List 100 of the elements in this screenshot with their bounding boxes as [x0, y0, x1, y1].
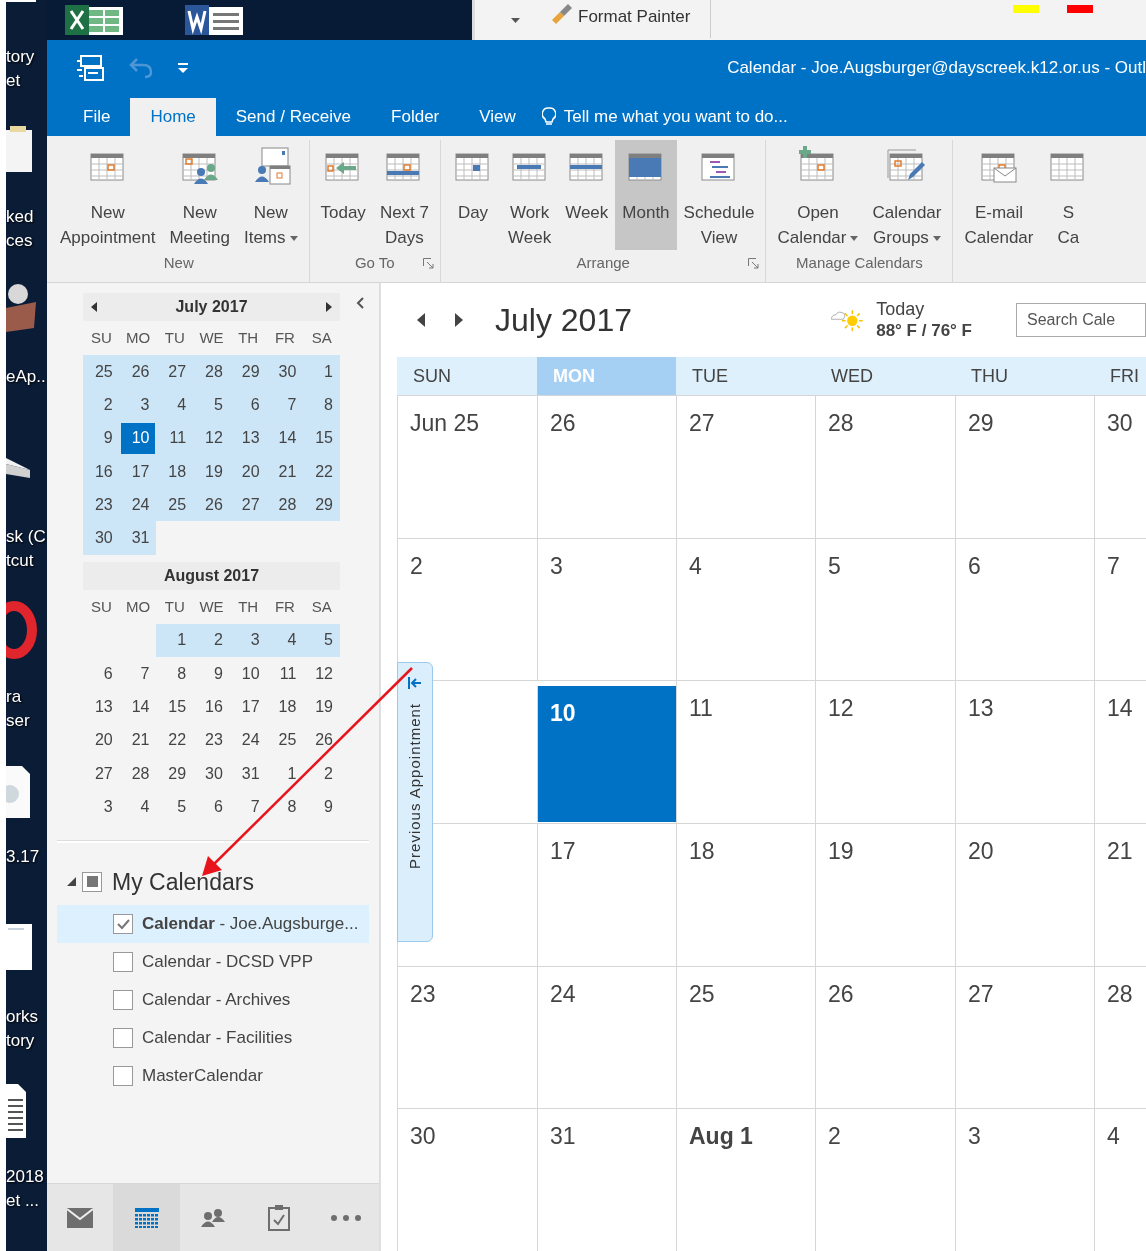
- date-cell[interactable]: 26: [193, 488, 230, 522]
- calendar-list-item[interactable]: Calendar - DCSD VPP: [57, 943, 369, 982]
- search-field[interactable]: Search Cale: [1016, 303, 1146, 337]
- date-cell[interactable]: 15: [303, 421, 340, 455]
- date-cell[interactable]: 24: [229, 723, 267, 757]
- date-cell[interactable]: 9: [193, 657, 230, 691]
- day-cell[interactable]: 21: [1094, 824, 1146, 966]
- date-cell[interactable]: 11: [156, 421, 194, 455]
- ribbon-button[interactable]: Month: [615, 140, 677, 250]
- date-cell[interactable]: 2: [83, 388, 120, 422]
- date-cell[interactable]: 9: [83, 421, 120, 455]
- date-cell[interactable]: 26: [303, 723, 340, 757]
- date-cell[interactable]: 29: [229, 355, 267, 389]
- day-cell[interactable]: 4: [676, 538, 815, 681]
- date-cell[interactable]: 6: [193, 790, 230, 824]
- date-cell[interactable]: 5: [193, 388, 230, 422]
- date-cell[interactable]: 23: [193, 723, 230, 757]
- ribbon-button[interactable]: Next 7 Days: [372, 140, 436, 250]
- date-cell[interactable]: 30: [193, 756, 230, 791]
- day-cell[interactable]: 5: [815, 538, 955, 681]
- day-cell[interactable]: 27: [955, 966, 1094, 1109]
- day-cell[interactable]: 4: [1094, 1109, 1146, 1251]
- date-cell[interactable]: 1: [266, 756, 304, 791]
- date-cell[interactable]: 29: [303, 488, 340, 522]
- calendar-list-item[interactable]: MasterCalendar: [57, 1057, 369, 1096]
- date-cell[interactable]: 26: [119, 355, 157, 389]
- day-cell[interactable]: Aug 1: [676, 1109, 815, 1251]
- date-cell[interactable]: 28: [266, 488, 304, 522]
- ribbon-tab[interactable]: Send / Receive: [215, 98, 372, 136]
- next-month-button[interactable]: [326, 302, 332, 312]
- date-cell[interactable]: 21: [119, 723, 157, 757]
- date-cell[interactable]: 16: [193, 690, 230, 724]
- date-cell[interactable]: 1: [156, 623, 194, 658]
- group-checkbox[interactable]: [82, 871, 102, 892]
- day-cell[interactable]: 7: [1094, 538, 1146, 681]
- ribbon-button[interactable]: Week: [558, 140, 616, 250]
- date-cell[interactable]: 5: [156, 790, 194, 824]
- day-cell[interactable]: 11: [676, 681, 815, 823]
- day-cell[interactable]: 20: [955, 824, 1094, 966]
- date-cell[interactable]: 28: [119, 756, 157, 791]
- date-cell[interactable]: 31: [119, 521, 157, 555]
- date-cell[interactable]: 9: [303, 790, 340, 824]
- date-cell[interactable]: 22: [303, 454, 340, 489]
- ribbon-button[interactable]: New Items: [236, 140, 305, 250]
- date-cell[interactable]: 18: [156, 454, 194, 489]
- date-cell[interactable]: 12: [303, 657, 340, 691]
- day-cell[interactable]: 2: [815, 1109, 955, 1251]
- ribbon-button[interactable]: Today: [313, 140, 373, 250]
- day-cell[interactable]: 13: [955, 681, 1094, 823]
- date-cell[interactable]: 6: [229, 388, 267, 422]
- day-cell[interactable]: 10: [537, 686, 676, 822]
- date-cell[interactable]: 4: [119, 790, 157, 824]
- date-cell[interactable]: 1: [303, 355, 340, 389]
- date-cell[interactable]: 27: [229, 488, 267, 522]
- day-cell[interactable]: 28: [1094, 966, 1146, 1109]
- spreadsheet-app-icon[interactable]: [63, 5, 123, 37]
- date-cell[interactable]: 27: [83, 756, 120, 791]
- day-cell[interactable]: 30: [397, 1109, 537, 1251]
- ribbon-button[interactable]: Calendar Groups: [865, 140, 949, 250]
- date-cell[interactable]: 19: [303, 690, 340, 724]
- date-cell[interactable]: 5: [303, 623, 340, 658]
- date-cell[interactable]: 14: [119, 690, 157, 724]
- ribbon-button[interactable]: Day: [445, 140, 501, 250]
- date-cell[interactable]: 7: [119, 657, 157, 691]
- date-cell[interactable]: 30: [266, 355, 304, 389]
- date-cell[interactable]: 11: [266, 657, 304, 691]
- day-cell[interactable]: 24: [537, 966, 676, 1109]
- day-cell[interactable]: 26: [537, 396, 676, 538]
- date-cell[interactable]: 3: [119, 388, 157, 422]
- day-cell[interactable]: 6: [955, 538, 1094, 681]
- expand-toggle[interactable]: [67, 877, 76, 887]
- day-cell[interactable]: 14: [1094, 681, 1146, 823]
- date-cell[interactable]: 30: [83, 521, 120, 555]
- day-cell[interactable]: 28: [815, 396, 955, 538]
- date-cell[interactable]: 15: [156, 690, 194, 724]
- calendar-list-item[interactable]: Calendar - Joe.Augsburge...: [57, 905, 369, 944]
- previous-month-button[interactable]: [91, 302, 97, 312]
- tell-me-field[interactable]: Tell me what you want to do...: [541, 98, 788, 136]
- date-cell[interactable]: 29: [156, 756, 194, 791]
- date-cell[interactable]: 7: [229, 790, 267, 824]
- date-cell[interactable]: 2: [303, 756, 340, 791]
- date-cell[interactable]: 4: [156, 388, 194, 422]
- previous-button[interactable]: [417, 313, 425, 327]
- date-cell[interactable]: 2: [193, 623, 230, 658]
- ribbon-tab[interactable]: Home: [130, 98, 216, 136]
- day-cell[interactable]: 23: [397, 966, 537, 1109]
- date-cell[interactable]: 22: [156, 723, 194, 757]
- ribbon-button[interactable]: Schedule View: [676, 140, 762, 250]
- day-cell[interactable]: 29: [955, 396, 1094, 538]
- navigation-button[interactable]: [113, 1184, 180, 1251]
- day-cell[interactable]: 3: [955, 1109, 1094, 1251]
- date-cell[interactable]: 8: [266, 790, 304, 824]
- checkbox[interactable]: [113, 952, 133, 973]
- next-button[interactable]: [455, 313, 463, 327]
- day-cell[interactable]: 26: [815, 966, 955, 1109]
- day-cell[interactable]: Jun 25: [397, 396, 537, 538]
- date-cell[interactable]: 23: [83, 488, 120, 522]
- day-cell[interactable]: 27: [676, 396, 815, 538]
- date-cell[interactable]: 25: [83, 355, 120, 389]
- date-cell[interactable]: 27: [156, 355, 194, 389]
